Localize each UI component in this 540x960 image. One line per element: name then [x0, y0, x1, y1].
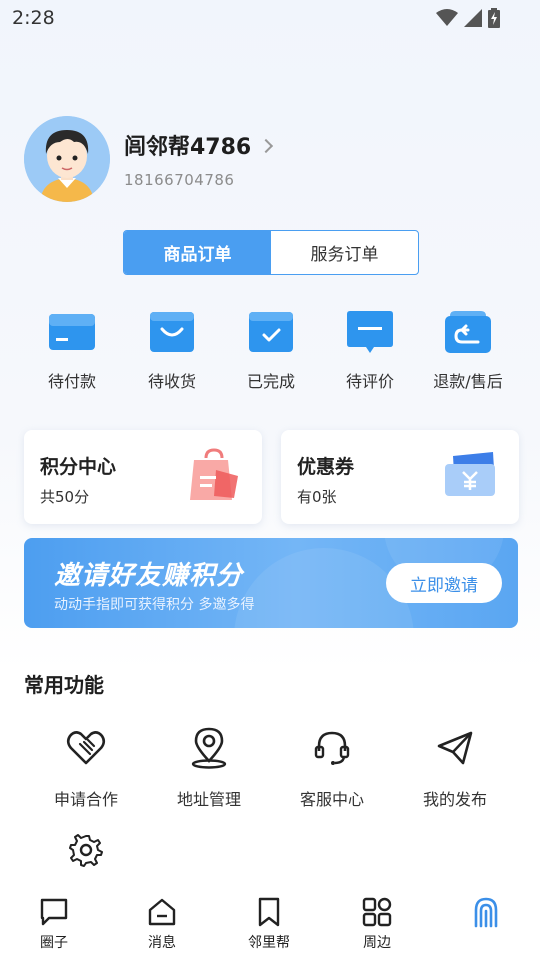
phone-number: 18166704786	[124, 171, 235, 189]
coupon-title: 优惠券	[297, 456, 355, 478]
invite-banner[interactable]: 邀请好友赚积分 动动手指即可获得积分 多邀多得 立即邀请	[24, 538, 518, 628]
chevron-right-icon	[259, 138, 274, 154]
bottom-nav: 圈子 消息 邻里帮 周边	[0, 888, 540, 960]
customer-service-label: 客服中心	[299, 790, 364, 809]
return-icon	[444, 310, 492, 354]
chat-icon	[38, 896, 70, 928]
address-management-label: 地址管理	[176, 790, 241, 809]
points-center-title: 积分中心	[40, 456, 117, 478]
coupon-card[interactable]: 优惠券 有0张	[281, 430, 519, 524]
bag-icon	[148, 310, 196, 354]
order-status-pending-review[interactable]: 待评价	[320, 310, 420, 392]
address-management-item[interactable]: 地址管理	[149, 726, 269, 810]
avatar[interactable]	[24, 116, 110, 202]
apply-cooperation-item[interactable]: 申请合作	[26, 726, 146, 810]
order-tabs: 商品订单 服务订单	[123, 230, 419, 275]
username-row[interactable]: 闾邻帮4786	[124, 129, 274, 161]
settings-item[interactable]	[26, 828, 146, 872]
grid-icon	[361, 896, 393, 928]
handshake-heart-icon	[64, 726, 108, 770]
points-center-card[interactable]: 积分中心 共50分	[24, 430, 262, 524]
gear-icon	[64, 828, 108, 872]
order-status-label: 已完成	[246, 372, 295, 391]
banner-title: 邀请好友赚积分	[54, 561, 244, 591]
order-status-pending-payment[interactable]: 待付款	[22, 310, 122, 392]
order-status-refund[interactable]: 退款/售后	[418, 310, 518, 392]
bookmark-icon	[253, 896, 285, 928]
card-icon	[48, 310, 96, 354]
signal-icon	[464, 9, 482, 27]
location-pin-icon	[187, 726, 231, 770]
nav-mine[interactable]	[446, 896, 526, 932]
tab-goods-orders[interactable]: 商品订单	[124, 231, 271, 274]
order-status-pending-receipt[interactable]: 待收货	[122, 310, 222, 392]
status-time: 2:28	[12, 7, 55, 29]
order-status-label: 待评价	[345, 372, 394, 391]
coupon-sub: 有0张	[297, 488, 337, 506]
my-posts-item[interactable]: 我的发布	[395, 726, 515, 810]
common-functions-title: 常用功能	[24, 673, 104, 697]
comment-icon	[346, 310, 394, 354]
order-status-label: 待收货	[147, 372, 196, 391]
fingerprint-icon	[470, 896, 502, 928]
nav-label: 圈子	[40, 935, 68, 951]
check-box-icon	[247, 310, 295, 354]
status-icons	[436, 8, 500, 28]
tab-service-orders[interactable]: 服务订单	[271, 231, 418, 274]
wifi-icon	[436, 9, 458, 26]
coupon-ticket-icon	[445, 452, 495, 496]
avatar-illustration-icon	[24, 116, 110, 202]
headset-icon	[310, 726, 354, 770]
invite-now-button[interactable]: 立即邀请	[386, 563, 502, 603]
nav-messages[interactable]: 消息	[122, 896, 202, 952]
nav-label: 邻里帮	[248, 935, 290, 951]
points-center-sub: 共50分	[40, 488, 90, 506]
nav-circle[interactable]: 圈子	[14, 896, 94, 952]
home-icon	[146, 896, 178, 928]
status-bar: 2:28	[0, 0, 540, 36]
battery-icon	[488, 8, 500, 28]
order-status-completed[interactable]: 已完成	[221, 310, 321, 392]
nav-neighbor-help[interactable]: 邻里帮	[229, 896, 309, 952]
apply-cooperation-label: 申请合作	[53, 790, 118, 809]
nav-label: 消息	[148, 935, 176, 951]
my-posts-label: 我的发布	[422, 790, 487, 809]
paper-plane-icon	[433, 726, 477, 770]
customer-service-item[interactable]: 客服中心	[272, 726, 392, 810]
order-status-label: 退款/售后	[433, 372, 503, 391]
nav-nearby[interactable]: 周边	[337, 896, 417, 952]
username: 闾邻帮4786	[124, 135, 252, 160]
banner-subtitle: 动动手指即可获得积分 多邀多得	[54, 597, 255, 613]
shopping-bag-icon	[190, 448, 238, 500]
order-status-label: 待付款	[47, 372, 96, 391]
nav-label: 周边	[363, 935, 391, 951]
